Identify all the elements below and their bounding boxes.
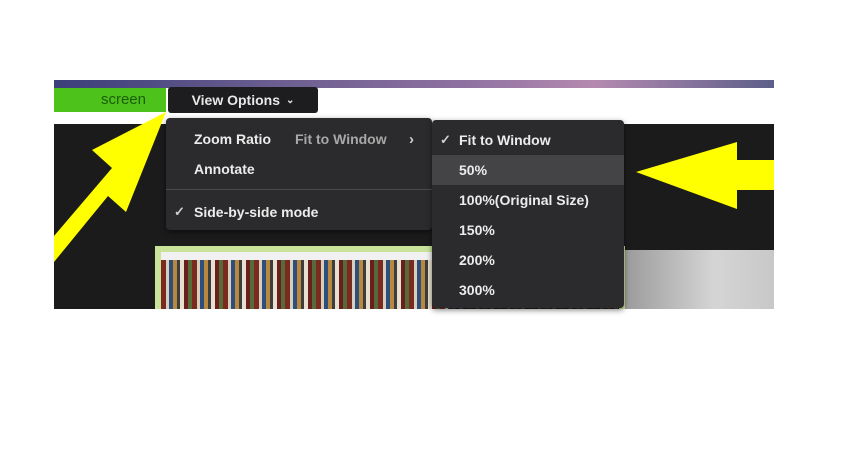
zoom-meeting-window: screen View Options ⌄ Zoom Ratio Fit to … (0, 0, 846, 459)
annotation-arrow-right (636, 142, 774, 209)
annotation-arrows (54, 112, 774, 262)
annotation-arrow-left (54, 112, 166, 262)
